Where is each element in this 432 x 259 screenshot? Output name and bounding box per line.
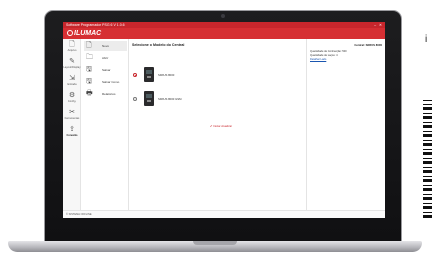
model-radio[interactable] xyxy=(133,73,137,77)
brand-bar: ILUMAC xyxy=(63,28,385,39)
info-line: Quantidade de Conhecção: 500 xyxy=(310,50,347,53)
sub-menu: 🗋 Novo 🗀 Abrir 🖫 Salvar 🖫 Salvar Como 🖶 … xyxy=(82,39,129,210)
model-label: SIRIUS 8000 xyxy=(158,73,175,77)
nav-label: Ferramentas xyxy=(64,117,80,120)
app-window: Software Programador PSG 6 V 1.0.6 – ✕ I… xyxy=(63,22,385,218)
printer-icon: 🖶 xyxy=(86,90,93,97)
model-option[interactable]: SIRIUS 8000 xyxy=(132,67,192,83)
save-icon: 🖫 xyxy=(86,66,92,73)
gear-icon: ⚙ xyxy=(68,92,76,99)
main-panel: Selecione o Modelo do Central SIRIUS 800… xyxy=(130,39,306,210)
base-notch xyxy=(193,241,237,245)
logo: ILUMAC xyxy=(67,30,101,37)
tools-icon: ✂ xyxy=(69,109,75,116)
nav-label: Config. xyxy=(67,100,77,103)
document-icon: 🗋 xyxy=(69,41,75,48)
left-nav: 🗋 Arquivo ✎ Layout/Display ⇲ Entrada ⚙ C… xyxy=(63,39,81,210)
folder-icon: 🗀 xyxy=(86,54,93,61)
start-link[interactable]: ✔ Iniciar Atualizar xyxy=(210,124,232,128)
logo-text: ILUMAC xyxy=(74,30,102,37)
nav-item-arquivo[interactable]: 🗋 Arquivo xyxy=(63,41,81,52)
model-label: SIRIUS 8000 GSM xyxy=(158,97,182,101)
usb-icon: ⇪ xyxy=(69,126,75,133)
submenu-item-abrir[interactable]: 🗀 Abrir xyxy=(84,53,127,63)
status-text: © SISTEMA OFFLINE xyxy=(66,213,92,216)
page-title: Selecione o Modelo do Central xyxy=(132,43,185,47)
device-image xyxy=(144,91,154,106)
side-text: i xyxy=(425,34,428,45)
window-title: Software Programador PSG 6 V 1.0.6 xyxy=(66,23,125,27)
nav-item-conexao[interactable]: ⇪ Conexão xyxy=(63,126,81,137)
submenu-label: Abrir xyxy=(102,56,109,60)
info-title: Central: SIRIUS 8000 xyxy=(354,43,382,47)
info-panel: Central: SIRIUS 8000 Quantidade de Conhe… xyxy=(306,39,385,210)
model-radio[interactable] xyxy=(133,97,137,101)
submenu-item-salvar[interactable]: 🖫 Salvar xyxy=(84,65,127,75)
nav-label: Conexão xyxy=(66,134,78,137)
new-file-icon: 🗋 xyxy=(86,42,92,49)
info-link[interactable]: Detalhar Lado xyxy=(310,58,326,61)
device-image xyxy=(144,67,154,82)
info-line: Quantidade de Laços: 4 xyxy=(310,54,338,57)
model-option[interactable]: SIRIUS 8000 GSM xyxy=(132,91,192,107)
save-as-icon: 🖫 xyxy=(86,78,92,85)
nav-item-config[interactable]: ⚙ Config. xyxy=(63,92,81,103)
logo-mark-icon xyxy=(67,30,73,36)
wand-icon: ✎ xyxy=(69,58,75,65)
submenu-label: Salvar Como xyxy=(102,80,120,84)
nav-item-ferramentas[interactable]: ✂ Ferramentas xyxy=(63,109,81,120)
laptop-base xyxy=(8,241,422,252)
submenu-item-novo[interactable]: 🗋 Novo xyxy=(84,41,127,51)
qr-code-icon xyxy=(423,100,432,218)
nav-item-layout[interactable]: ✎ Layout/Display xyxy=(63,58,81,69)
input-icon: ⇲ xyxy=(69,75,75,82)
submenu-item-relatorios[interactable]: 🖶 Relatórios xyxy=(84,89,127,99)
nav-label: Arquivo xyxy=(67,49,77,52)
submenu-label: Novo xyxy=(102,44,110,48)
submenu-label: Relatórios xyxy=(102,92,116,96)
camera-dot xyxy=(221,14,225,18)
nav-label: Entrada xyxy=(67,83,77,86)
submenu-item-salvar-como[interactable]: 🖫 Salvar Como xyxy=(84,77,127,87)
nav-item-entrada[interactable]: ⇲ Entrada xyxy=(63,75,81,86)
status-bar: © SISTEMA OFFLINE xyxy=(63,210,385,218)
nav-label: Layout/Display xyxy=(63,66,81,69)
submenu-label: Salvar xyxy=(102,68,111,72)
